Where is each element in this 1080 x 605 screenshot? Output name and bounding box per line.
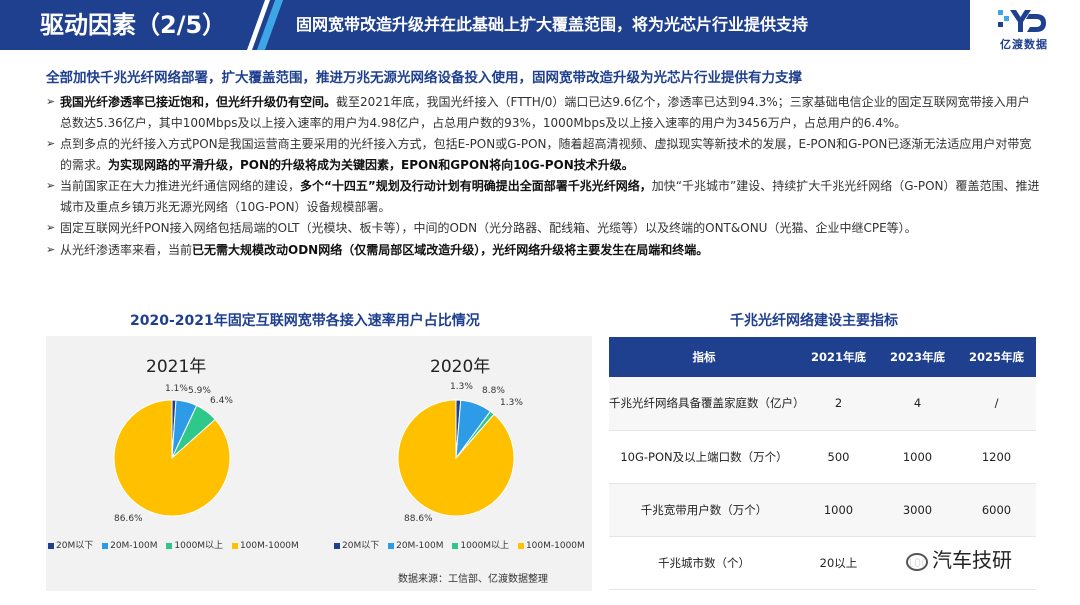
table-header-row: 指标 2021年底 2023年底 2025年底: [609, 337, 1036, 377]
legend-label: 20M-100M: [396, 541, 444, 551]
legend-swatch: [334, 542, 340, 549]
table-cell: 千兆城市数（个）: [609, 536, 799, 590]
table-cell: 1000: [799, 483, 878, 537]
pie-slice-100M-1000M: [397, 399, 515, 517]
pie-label: 1.1%: [165, 384, 188, 394]
table-cell: 2: [799, 377, 878, 431]
pie-label: 88.6%: [404, 514, 433, 524]
bullet-emphasis: 已无需大规模改动ODN网络（仅需局部区域改造升级），光纤网络升级将主要发生在局端…: [192, 242, 709, 257]
arrow-icon: ➢: [46, 95, 56, 108]
table-cell: 3000: [878, 483, 957, 537]
legend-swatch: [452, 542, 459, 549]
pie-legend-2021: 20M以下 20M-100M 1000M以上 100M-1000M: [42, 538, 299, 551]
bullet-emphasis: 多个“十四五”规划及行动计划有明确提出全面部署千兆光纤网络，: [300, 179, 652, 193]
pie-title-2020: 2020年: [430, 357, 491, 377]
pie-chart-2020: [397, 399, 515, 517]
legend-label: 20M-100M: [110, 541, 158, 551]
header-bar: 驱动因素（2/5） 固网宽带改造升级并在此基础上扩大覆盖范围，将为光芯片行业提供…: [0, 0, 1080, 52]
legend-swatch: [102, 542, 109, 549]
data-source-note: 数据来源：工信部、亿渡数据整理: [398, 574, 548, 585]
table-cell: 1000: [878, 430, 957, 484]
section-subtitle: 全部加快千兆光纤网络部署，扩大覆盖范围，推进万兆无源光网络设备投入使用，固网宽带…: [46, 70, 802, 86]
table-cell: 千兆宽带用户数（万个）: [609, 483, 799, 537]
logo-icon: [998, 10, 1046, 32]
bullet-text: 固定互联网光纤PON接入网络包括局端的OLT（光模块、板卡等），中间的ODN（光…: [60, 221, 917, 235]
legend-label: 100M-1000M: [525, 541, 585, 551]
arrow-icon: ➢: [46, 179, 56, 192]
bullet-emphasis: 为实现网路的平滑升级，PON的升级将成为关键因素，EPON和GPON将向10G-…: [108, 157, 634, 172]
legend-label: 20M以下: [56, 541, 94, 551]
brand-logo: 亿渡数据: [984, 6, 1064, 51]
table-cell: /: [957, 377, 1036, 431]
logo-text: 亿渡数据: [1000, 38, 1048, 51]
pie-label: 1.3%: [500, 398, 523, 408]
bullet-item: ➢ 当前国家正在大力推进光纤通信网络的建设，多个“十四五”规划及行动计划有明确提出…: [46, 176, 1041, 217]
legend-swatch: [166, 542, 173, 549]
pie-label: 8.8%: [482, 386, 505, 396]
legend-swatch: [48, 542, 54, 549]
table-header-cell: 2025年底: [957, 337, 1036, 377]
pie-label: 1.3%: [450, 382, 473, 392]
legend-label: 1000M以上: [460, 541, 510, 551]
table-row: 10G-PON及以上端口数（万个） 500 1000 1200: [609, 430, 1036, 484]
bullet-item: ➢ 固定互联网光纤PON接入网络包括局端的OLT（光模块、板卡等），中间的ODN（…: [46, 218, 1041, 239]
table-header-cell: 2023年底: [878, 337, 957, 377]
pie-chart-title: 2020-2021年固定互联网宽带各接入速率用户占比情况: [130, 313, 480, 329]
table-cell: 千兆光纤网络具备覆盖家庭数（亿户）: [609, 377, 805, 431]
legend-swatch: [231, 542, 238, 549]
table-title: 千兆光纤网络建设主要指标: [730, 313, 898, 329]
table-cell: 6000: [957, 483, 1036, 537]
pie-chart-panel: 2021年 2020年 1.1% 5.9% 6.4% 86.6% 1.3% 8.…: [46, 336, 592, 591]
section-tag: 驱动因素（2/5）: [0, 0, 265, 50]
pie-label: 5.9%: [188, 386, 211, 396]
pie-label: 6.4%: [210, 396, 233, 406]
legend-label: 20M以下: [342, 541, 380, 551]
table-header-cell: 2021年底: [799, 337, 878, 377]
table-row: 千兆宽带用户数（万个） 1000 3000 6000: [609, 483, 1036, 537]
table-cell: 4: [878, 377, 957, 431]
bullet-text: 从光纤渗透率来看，当前: [60, 242, 193, 257]
pie-chart-2021: [113, 399, 231, 517]
table-row: 千兆光纤网络具备覆盖家庭数（亿户） 2 4 /: [609, 377, 1036, 431]
arrow-icon: ➢: [46, 221, 56, 234]
table-cell: 20以上: [799, 536, 878, 590]
bullet-list: ➢ 我国光纤渗透率已接近饱和，但光纤升级仍有空间。截至2021年底，我国光纤接入（…: [46, 92, 1041, 261]
legend-label: 100M-1000M: [239, 541, 299, 551]
bullet-item: ➢ 点到多点的光纤接入方式PON是我国运营商主要采用的光纤接入方式，包括E-PON…: [46, 134, 1041, 175]
legend-swatch: [388, 542, 395, 549]
bullet-text: 当前国家正在大力推进光纤通信网络的建设，: [60, 179, 301, 193]
bullet-item: ➢ 从光纤渗透率来看，当前已无需大规模改动ODN网络（仅需局部区域改造升级），光纤…: [46, 240, 1041, 261]
pie-legend-2020: 20M以下 20M-100M 1000M以上 100M-1000M: [328, 538, 585, 551]
pie-label: 86.6%: [114, 514, 143, 524]
table-cell: 10G-PON及以上端口数（万个）: [609, 430, 799, 484]
table-cell: 500: [799, 430, 878, 484]
watermark-text: 汽车技研: [932, 548, 1012, 572]
arrow-icon: ➢: [46, 242, 56, 256]
legend-label: 1000M以上: [174, 541, 224, 551]
wechat-icon: [906, 552, 928, 571]
watermark: 汽车技研: [900, 542, 1018, 575]
legend-swatch: [517, 542, 524, 549]
table-cell: 1200: [957, 430, 1036, 484]
bullet-emphasis: 我国光纤渗透率已接近饱和，但光纤升级仍有空间。: [60, 95, 337, 109]
page-title: 固网宽带改造升级并在此基础上扩大覆盖范围，将为光芯片行业提供支持: [252, 0, 970, 50]
pie-title-2021: 2021年: [146, 357, 207, 377]
bullet-item: ➢ 我国光纤渗透率已接近饱和，但光纤升级仍有空间。截至2021年底，我国光纤接入（…: [46, 92, 1041, 133]
table-header-cell: 指标: [609, 337, 799, 377]
arrow-icon: ➢: [46, 137, 56, 150]
